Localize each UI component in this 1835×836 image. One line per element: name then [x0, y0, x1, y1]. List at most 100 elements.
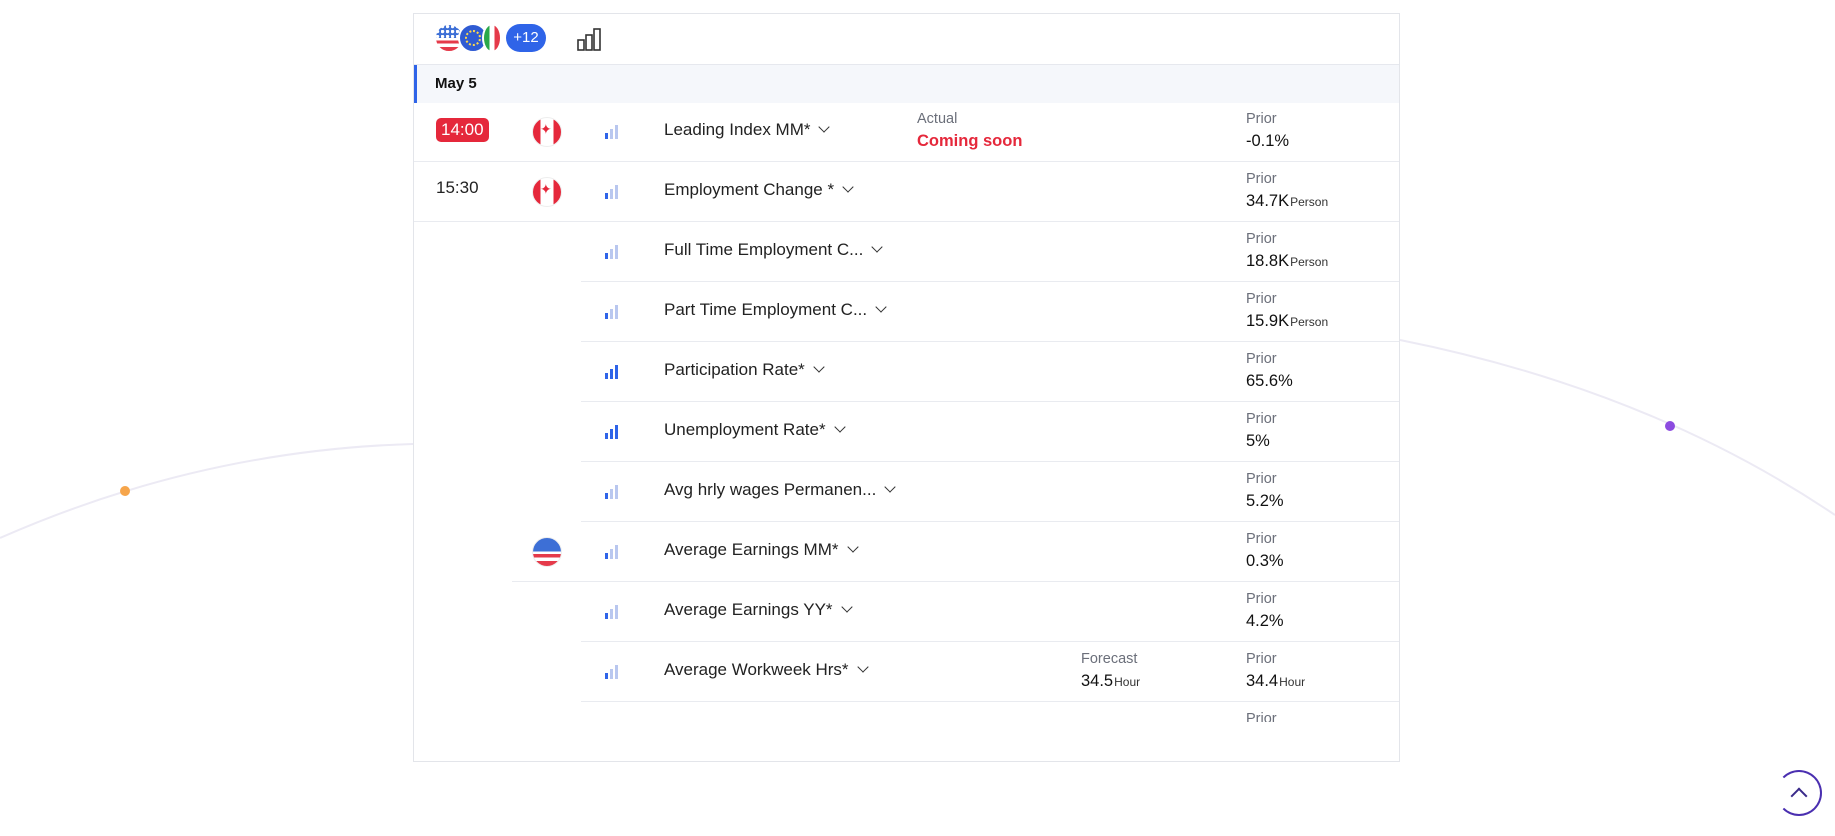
prior-unit: Person	[1290, 195, 1329, 209]
event-name[interactable]: Full Time Employment C...	[664, 240, 883, 260]
prior-label: Prior	[1246, 111, 1277, 127]
date-label: May 5	[435, 75, 477, 92]
date-header: May 5	[414, 65, 1399, 103]
prior-number: 5%	[1246, 432, 1270, 450]
event-name-text: Average Earnings MM*	[664, 540, 839, 559]
prior-value: 4.2%	[1246, 612, 1285, 631]
prior-value: 15.9KPerson	[1246, 312, 1328, 331]
forecast-unit: Hour	[1114, 675, 1141, 689]
bar-chart-icon[interactable]	[576, 26, 602, 52]
prior-number: 0.3%	[1246, 552, 1284, 570]
event-row[interactable]: 15:30 Employment Change * Prior 34.7KPerson	[414, 162, 1399, 222]
prior-label: Prior	[1246, 411, 1277, 427]
prior-number: 34.7K	[1246, 192, 1290, 210]
event-name[interactable]: Part Time Employment C...	[664, 300, 887, 320]
us-flag-icon	[532, 537, 562, 567]
event-name-text: Unemployment Rate*	[664, 420, 826, 439]
importance-icon	[605, 605, 619, 619]
event-name[interactable]: Unemployment Rate*	[664, 420, 846, 440]
importance-icon	[605, 545, 619, 559]
chevron-down-icon[interactable]	[813, 361, 825, 373]
forecast-value: 34.5Hour	[1081, 672, 1140, 691]
canada-flag-icon	[532, 177, 562, 207]
event-name[interactable]: Avg hrly wages Permanen...	[664, 480, 896, 500]
importance-icon	[605, 125, 619, 139]
event-name-text: Employment Change *	[664, 180, 835, 199]
event-row[interactable]: Average Earnings YY* Prior 4.2%	[581, 582, 1399, 642]
event-name-text: Avg hrly wages Permanen...	[664, 480, 877, 499]
event-name[interactable]: Participation Rate*	[664, 360, 825, 380]
forecast-number: 34.5	[1081, 672, 1114, 690]
event-row[interactable]: Avg hrly wages Permanen... Prior 5.2%	[581, 462, 1399, 522]
prior-label: Prior	[1246, 471, 1277, 487]
event-name[interactable]: Average Earnings YY*	[664, 600, 853, 620]
event-name[interactable]: Average Earnings MM*	[664, 540, 859, 560]
importance-icon	[605, 305, 619, 319]
event-row[interactable]: Participation Rate* Prior 65.6%	[581, 342, 1399, 402]
event-name-text: Average Earnings YY*	[664, 600, 833, 619]
prior-value: 5.2%	[1246, 492, 1285, 511]
prior-number: 4.2%	[1246, 612, 1284, 630]
event-row[interactable]: Average Earnings MM* Prior 0.3%	[512, 522, 1399, 582]
event-time: 14:00	[436, 118, 489, 142]
actual-label: Actual	[917, 111, 958, 127]
chevron-down-icon[interactable]	[871, 241, 883, 253]
chevron-down-icon[interactable]	[875, 301, 887, 313]
chevron-down-icon[interactable]	[846, 541, 859, 553]
event-name-text: Full Time Employment C...	[664, 240, 864, 259]
prior-unit: Hour	[1279, 675, 1306, 689]
prior-value: 0.3%	[1246, 552, 1285, 571]
economic-calendar-panel: +12 May 5 14:00 Leading Index MM* Actual Co…	[413, 13, 1400, 762]
it-flag-icon[interactable]	[482, 23, 502, 53]
prior-value: -0.1%	[1246, 132, 1290, 151]
importance-icon	[605, 425, 619, 439]
event-name[interactable]: Leading Index MM*	[664, 120, 831, 140]
chevron-down-icon[interactable]	[833, 421, 846, 433]
event-row[interactable]: 14:00 Leading Index MM* Actual Coming soon P…	[414, 102, 1399, 162]
event-name[interactable]: Employment Change *	[664, 180, 854, 200]
chevron-up-icon	[1790, 787, 1808, 805]
prior-label: Prior	[1246, 531, 1277, 547]
chevron-down-icon[interactable]	[840, 601, 853, 613]
chevron-down-icon[interactable]	[884, 481, 896, 493]
importance-icon	[605, 185, 619, 199]
event-row[interactable]: Full Time Employment C... Prior 18.8KPerso…	[581, 222, 1399, 282]
importance-icon	[605, 245, 619, 259]
scroll-to-top-button[interactable]	[1776, 770, 1822, 816]
prior-number: 34.4	[1246, 672, 1279, 690]
prior-number: 18.8K	[1246, 252, 1290, 270]
chevron-down-icon[interactable]	[818, 121, 831, 133]
prior-unit: Person	[1290, 255, 1329, 269]
chevron-down-icon[interactable]	[842, 181, 854, 193]
canada-flag-icon	[532, 117, 562, 147]
importance-icon	[605, 365, 619, 379]
prior-value: 5%	[1246, 432, 1271, 451]
prior-unit: Person	[1290, 315, 1329, 329]
prior-label: Prior	[1246, 651, 1277, 667]
arc-dot-orange	[120, 486, 130, 496]
event-time: 15:30	[436, 178, 479, 197]
prior-label: Prior	[1246, 591, 1277, 607]
prior-number: 65.6%	[1246, 372, 1293, 390]
event-name-text: Participation Rate*	[664, 360, 805, 379]
prior-number: 15.9K	[1246, 312, 1290, 330]
more-countries-badge[interactable]: +12	[506, 24, 546, 52]
prior-value: 18.8KPerson	[1246, 252, 1328, 271]
forecast-label: Forecast	[1081, 651, 1138, 667]
importance-icon	[605, 665, 619, 679]
calendar-toolbar: +12	[414, 14, 1399, 65]
prior-number: 5.2%	[1246, 492, 1284, 510]
event-name-text: Part Time Employment C...	[664, 300, 868, 319]
chevron-down-icon[interactable]	[856, 661, 869, 673]
arc-dot-purple	[1665, 421, 1675, 431]
event-name[interactable]: Average Workweek Hrs*	[664, 660, 869, 680]
event-name-text: Average Workweek Hrs*	[664, 660, 849, 679]
actual-value: Coming soon	[917, 132, 1023, 150]
event-row[interactable]: Unemployment Rate* Prior 5%	[581, 402, 1399, 462]
event-row[interactable]: Part Time Employment C... Prior 15.9KPerso…	[581, 282, 1399, 342]
event-row[interactable]: Average Workweek Hrs* Forecast 34.5Hour Pri…	[581, 642, 1399, 702]
prior-label: Prior	[1246, 171, 1277, 187]
prior-value: 65.6%	[1246, 372, 1294, 391]
event-name-text: Leading Index MM*	[664, 120, 811, 139]
prior-value: 34.4Hour	[1246, 672, 1305, 691]
